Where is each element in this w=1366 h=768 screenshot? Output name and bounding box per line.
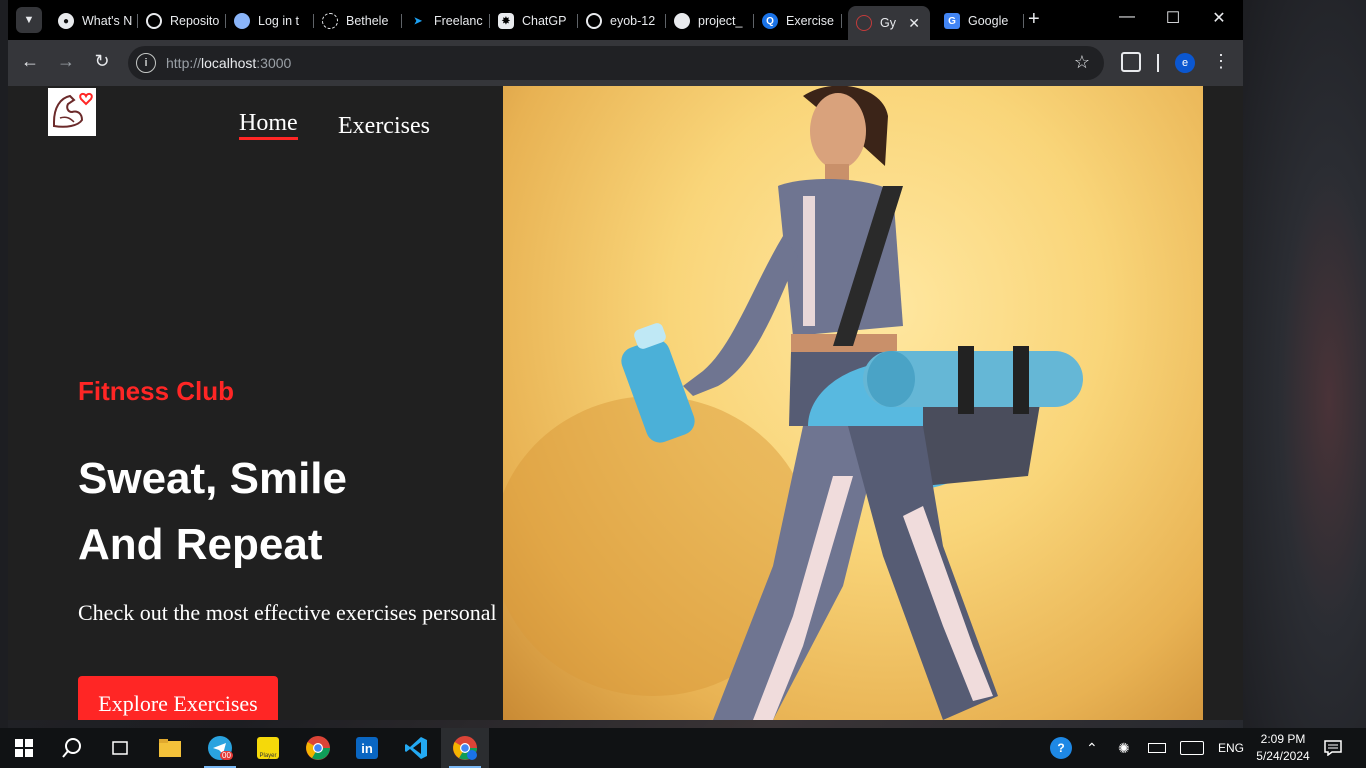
reload-button[interactable]: ↻ xyxy=(90,51,114,72)
tab-exercise[interactable]: Q Exercise xyxy=(754,6,842,36)
taskbar-search-button[interactable] xyxy=(48,728,96,768)
chrome-dev-icon xyxy=(453,736,477,760)
hero-title-line-2: And Repeat xyxy=(78,520,323,569)
loading-icon xyxy=(322,13,338,29)
gym-icon xyxy=(856,15,872,31)
close-tab-icon[interactable]: ✕ xyxy=(908,15,920,32)
freelance-icon: ➤ xyxy=(413,15,423,27)
linkedin-button[interactable]: in xyxy=(343,728,391,768)
file-explorer-button[interactable] xyxy=(146,728,194,768)
github-icon xyxy=(146,13,162,29)
player-button[interactable]: Player xyxy=(244,728,292,768)
file-explorer-icon xyxy=(159,739,181,757)
task-view-button[interactable] xyxy=(96,728,144,768)
tab-google[interactable]: G Google xyxy=(936,6,1024,36)
hero-description: Check out the most effective exercises p… xyxy=(78,600,497,625)
search-icon xyxy=(62,738,81,758)
tab-gym-active[interactable]: Gy ✕ xyxy=(848,6,930,40)
toolbar-divider xyxy=(1157,54,1159,72)
profile-avatar[interactable]: e xyxy=(1175,53,1195,73)
menu-kebab-icon[interactable]: ⋮ xyxy=(1212,51,1230,72)
tab-whatsapp[interactable]: ● What's N xyxy=(50,6,138,36)
clock-date: 5/24/2024 xyxy=(1256,749,1310,763)
network-icon[interactable]: ✺ xyxy=(1118,728,1130,768)
tab-bethelem[interactable]: Bethele xyxy=(314,6,402,36)
address-bar[interactable]: i http://localhost:3000 ☆ xyxy=(128,46,1104,80)
google-translate-icon: G xyxy=(944,13,960,29)
system-clock[interactable]: 2:09 PM 5/24/2024 xyxy=(1252,731,1314,765)
help-tray-icon[interactable]: ? xyxy=(1050,728,1072,768)
nav-home[interactable]: Home xyxy=(239,110,298,140)
close-window-button[interactable]: ✕ xyxy=(1196,8,1242,28)
keyboard-icon[interactable] xyxy=(1180,728,1204,768)
hero-title-line-1: Sweat, Smile xyxy=(78,454,348,503)
tab-login[interactable]: Log in t xyxy=(226,6,314,36)
browser-window: ▼ ● What's N Reposito Log in t Bethele ➤… xyxy=(8,0,1243,720)
site-logo[interactable] xyxy=(48,88,96,136)
desktop-background xyxy=(1243,0,1366,728)
extensions-icon[interactable] xyxy=(1121,52,1141,72)
woman-walking-with-yoga-mat-illustration xyxy=(503,86,1083,720)
linkedin-icon: in xyxy=(356,737,378,759)
new-tab-button[interactable]: + xyxy=(1028,8,1040,31)
explore-exercises-button[interactable]: Explore Exercises xyxy=(78,676,278,720)
bookmark-star-icon[interactable]: ☆ xyxy=(1074,52,1090,73)
tab-chatgpt[interactable]: ✸ ChatGP xyxy=(490,6,578,36)
desktop-background-left xyxy=(0,0,8,728)
chrome-dev-button[interactable] xyxy=(441,728,489,768)
nav-exercises[interactable]: Exercises xyxy=(338,113,430,140)
notification-icon xyxy=(1324,740,1342,756)
chatgpt-icon: ✸ xyxy=(498,13,514,29)
tab-freelance[interactable]: ➤ Freelanc xyxy=(402,6,490,36)
hero-banner-image xyxy=(503,86,1203,720)
github-icon xyxy=(674,13,690,29)
chrome-button[interactable] xyxy=(294,728,342,768)
maximize-button[interactable]: ☐ xyxy=(1150,8,1196,28)
url-text[interactable]: http://localhost:3000 xyxy=(166,55,291,71)
battery-icon[interactable] xyxy=(1148,728,1166,768)
login-icon xyxy=(234,13,250,29)
minimize-button[interactable]: — xyxy=(1104,8,1150,26)
back-button[interactable]: ← xyxy=(18,51,42,72)
tab-eyob[interactable]: eyob-12 xyxy=(578,6,666,36)
exercise-icon: Q xyxy=(762,13,778,29)
page-viewport: Home Exercises Fitness Club Sweat, Smile… xyxy=(8,86,1243,720)
clock-time: 2:09 PM xyxy=(1260,732,1306,746)
windows-logo-icon xyxy=(15,739,33,757)
hero-tagline: Fitness Club xyxy=(78,376,235,406)
hero-title: Sweat, Smile And Repeat xyxy=(78,446,347,578)
chevron-up-icon: ⌃ xyxy=(1086,739,1098,756)
site-info-icon[interactable]: i xyxy=(136,53,156,73)
flexed-arm-heart-icon xyxy=(53,92,93,128)
language-indicator[interactable]: ENG xyxy=(1218,728,1244,768)
notifications-button[interactable] xyxy=(1324,728,1342,768)
github-icon xyxy=(586,13,602,29)
telegram-unread-badge: 00 xyxy=(220,751,233,760)
browser-toolbar: ← → ↻ i http://localhost:3000 ☆ e ⋮ xyxy=(8,40,1243,86)
page-right-gutter xyxy=(1203,86,1243,720)
show-hidden-icons-button[interactable]: ⌃ xyxy=(1086,728,1098,768)
tab-strip: ▼ ● What's N Reposito Log in t Bethele ➤… xyxy=(8,0,1243,40)
tab-search-button[interactable]: ▼ xyxy=(16,7,42,33)
telegram-button[interactable]: 00 xyxy=(196,728,244,768)
tab-repository[interactable]: Reposito xyxy=(138,6,226,36)
player-icon: Player xyxy=(257,737,279,759)
task-view-icon xyxy=(112,741,128,755)
whatsapp-icon: ● xyxy=(58,13,74,29)
windows-taskbar: 00 Player in ? ⌃ ✺ ENG 2:09 PM 5/24/2024 xyxy=(0,728,1366,768)
vscode-button[interactable] xyxy=(392,728,440,768)
help-icon: ? xyxy=(1050,737,1072,759)
tab-project[interactable]: project_ xyxy=(666,6,754,36)
chrome-icon xyxy=(306,736,330,760)
vscode-icon xyxy=(405,737,427,759)
chevron-down-icon: ▼ xyxy=(23,14,35,26)
forward-button[interactable]: → xyxy=(54,51,78,72)
start-button[interactable] xyxy=(0,728,48,768)
